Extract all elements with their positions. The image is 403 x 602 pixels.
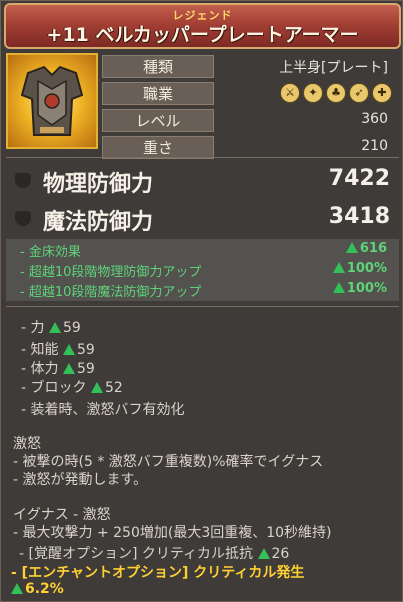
up-arrow-icon <box>332 262 345 273</box>
attr-row-class: 職業 ⚔ ✦ ♣ ➶ ✚ <box>102 82 400 107</box>
item-tooltip: レジェンド +11 ベルカッパープレートアーマー 種類 上半身[プレート] 職業… <box>0 0 403 602</box>
awaken-option: - [覚醒オプション] クリティカル抵抗 26 <box>19 546 290 562</box>
divider <box>6 306 399 307</box>
bonus-label: - 金床効果 <box>20 245 81 260</box>
attr-row-type: 種類 上半身[プレート] <box>102 55 400 80</box>
enchant-option-label: - [エンチャントオプション] クリティカル発生 <box>11 565 305 581</box>
class-icon-list: ⚔ ✦ ♣ ➶ ✚ <box>280 83 392 103</box>
up-arrow-icon <box>257 548 270 559</box>
stat-row: - 力 59 <box>21 320 81 336</box>
defense-label: 物理防御力 <box>43 172 154 197</box>
ignas-title: イグナス - 激怒 <box>13 507 111 523</box>
attr-label: 種類 <box>102 55 214 78</box>
attr-label: 重さ <box>102 136 214 159</box>
rage-line: - 激怒が発動します。 <box>13 472 148 488</box>
cross-icon: ✚ <box>372 83 392 103</box>
defense-value: 7422 <box>328 166 390 191</box>
up-arrow-icon <box>332 282 345 293</box>
bonus-value: 100% <box>332 281 387 296</box>
claw-icon: ♣ <box>326 83 346 103</box>
divider <box>6 157 399 158</box>
attr-value: 360 <box>361 111 388 127</box>
stat-row: - 知能 59 <box>21 342 95 358</box>
up-arrow-icon <box>62 363 75 374</box>
bonus-value: 616 <box>345 241 387 256</box>
up-arrow-icon <box>48 322 61 333</box>
magic-defense-row: 魔法防御力 3418 <box>1 203 403 235</box>
shield-icon <box>15 211 31 226</box>
up-arrow-icon <box>345 242 358 253</box>
up-arrow-icon <box>62 344 75 355</box>
attr-label: レベル <box>102 109 214 132</box>
bonus-label: - 超越10段階物理防御力アップ <box>20 265 202 280</box>
bonus-value: 100% <box>332 261 387 276</box>
armor-icon <box>20 65 84 136</box>
rage-title: 激怒 <box>13 436 41 452</box>
attr-label: 職業 <box>102 82 214 105</box>
equip-effect: - 装着時、激怒バフ有効化 <box>21 402 185 418</box>
attr-value: 上半身[プレート] <box>279 60 388 76</box>
physical-defense-row: 物理防御力 7422 <box>1 165 403 197</box>
bow-icon: ➶ <box>349 83 369 103</box>
up-arrow-icon <box>90 382 103 393</box>
rage-line: - 被撃の時(5 * 激怒バフ重複数)%確率でイグナス <box>13 454 324 470</box>
defense-value: 3418 <box>328 204 390 229</box>
bonus-label: - 超越10段階魔法防御力アップ <box>20 285 202 300</box>
bonus-section: - 金床効果 616 - 超越10段階物理防御力アップ 100% - 超越10段… <box>6 239 399 301</box>
stat-row: - ブロック 52 <box>21 380 123 396</box>
enchant-option-value: 6.2% <box>11 581 64 597</box>
attr-value: 210 <box>361 138 388 154</box>
wand-icon: ✦ <box>303 83 323 103</box>
attr-row-level: レベル 360 <box>102 109 400 134</box>
armor-item-icon <box>6 53 98 149</box>
attribute-list: 種類 上半身[プレート] 職業 ⚔ ✦ ♣ ➶ ✚ レベル 360 重さ 210 <box>102 55 400 163</box>
stat-row: - 体力 59 <box>21 361 95 377</box>
item-title: +11 ベルカッパープレートアーマー <box>46 24 359 46</box>
up-arrow-icon <box>11 583 23 594</box>
defense-label: 魔法防御力 <box>43 210 154 235</box>
item-header: レジェンド +11 ベルカッパープレートアーマー <box>4 3 401 49</box>
sword-icon: ⚔ <box>280 83 300 103</box>
shield-icon <box>15 173 31 188</box>
ignas-line: - 最大攻撃力 + 250増加(最大3回重複、10秒維持) <box>13 525 332 541</box>
